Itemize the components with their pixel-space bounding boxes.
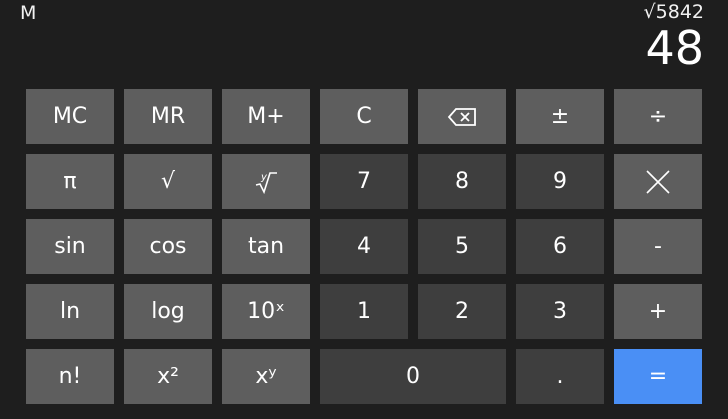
digit-9-button[interactable]: 9 bbox=[516, 154, 604, 209]
digit-6-button[interactable]: 6 bbox=[516, 219, 604, 274]
digit-4-button[interactable]: 4 bbox=[320, 219, 408, 274]
digit-3-button[interactable]: 3 bbox=[516, 284, 604, 339]
subtract-button[interactable]: - bbox=[614, 219, 702, 274]
memory-indicator: M bbox=[20, 2, 37, 24]
backspace-icon bbox=[447, 107, 476, 126]
log-button[interactable]: log bbox=[124, 284, 212, 339]
add-button[interactable]: + bbox=[614, 284, 702, 339]
y-root-icon: y bbox=[255, 172, 277, 194]
digit-8-button[interactable]: 8 bbox=[418, 154, 506, 209]
divide-button[interactable]: ÷ bbox=[614, 89, 702, 144]
sin-button[interactable]: sin bbox=[26, 219, 114, 274]
square-button[interactable]: x² bbox=[124, 349, 212, 404]
ln-button[interactable]: ln bbox=[26, 284, 114, 339]
digit-0-button[interactable]: 0 bbox=[320, 349, 506, 404]
ten-power-button[interactable]: 10ˣ bbox=[222, 284, 310, 339]
digit-5-button[interactable]: 5 bbox=[418, 219, 506, 274]
memory-clear-button[interactable]: MC bbox=[26, 89, 114, 144]
digit-7-button[interactable]: 7 bbox=[320, 154, 408, 209]
result-display: 48 bbox=[645, 21, 704, 75]
multiply-button[interactable] bbox=[614, 154, 702, 209]
tan-button[interactable]: tan bbox=[222, 219, 310, 274]
y-root-button[interactable]: y bbox=[222, 154, 310, 209]
memory-add-button[interactable]: M+ bbox=[222, 89, 310, 144]
equals-button[interactable]: = bbox=[614, 349, 702, 404]
cos-button[interactable]: cos bbox=[124, 219, 212, 274]
clear-button[interactable]: C bbox=[320, 89, 408, 144]
backspace-button[interactable] bbox=[418, 89, 506, 144]
factorial-button[interactable]: n! bbox=[26, 349, 114, 404]
decimal-button[interactable]: . bbox=[516, 349, 604, 404]
plus-minus-button[interactable]: ± bbox=[516, 89, 604, 144]
digit-1-button[interactable]: 1 bbox=[320, 284, 408, 339]
multiply-icon bbox=[646, 169, 670, 194]
pi-button[interactable]: π bbox=[26, 154, 114, 209]
digit-2-button[interactable]: 2 bbox=[418, 284, 506, 339]
power-button[interactable]: xʸ bbox=[222, 349, 310, 404]
square-root-button[interactable]: √ bbox=[124, 154, 212, 209]
memory-recall-button[interactable]: MR bbox=[124, 89, 212, 144]
keypad: MC MR M+ C ± ÷ π √ y 7 8 9 sin cos tan 4… bbox=[26, 89, 702, 419]
